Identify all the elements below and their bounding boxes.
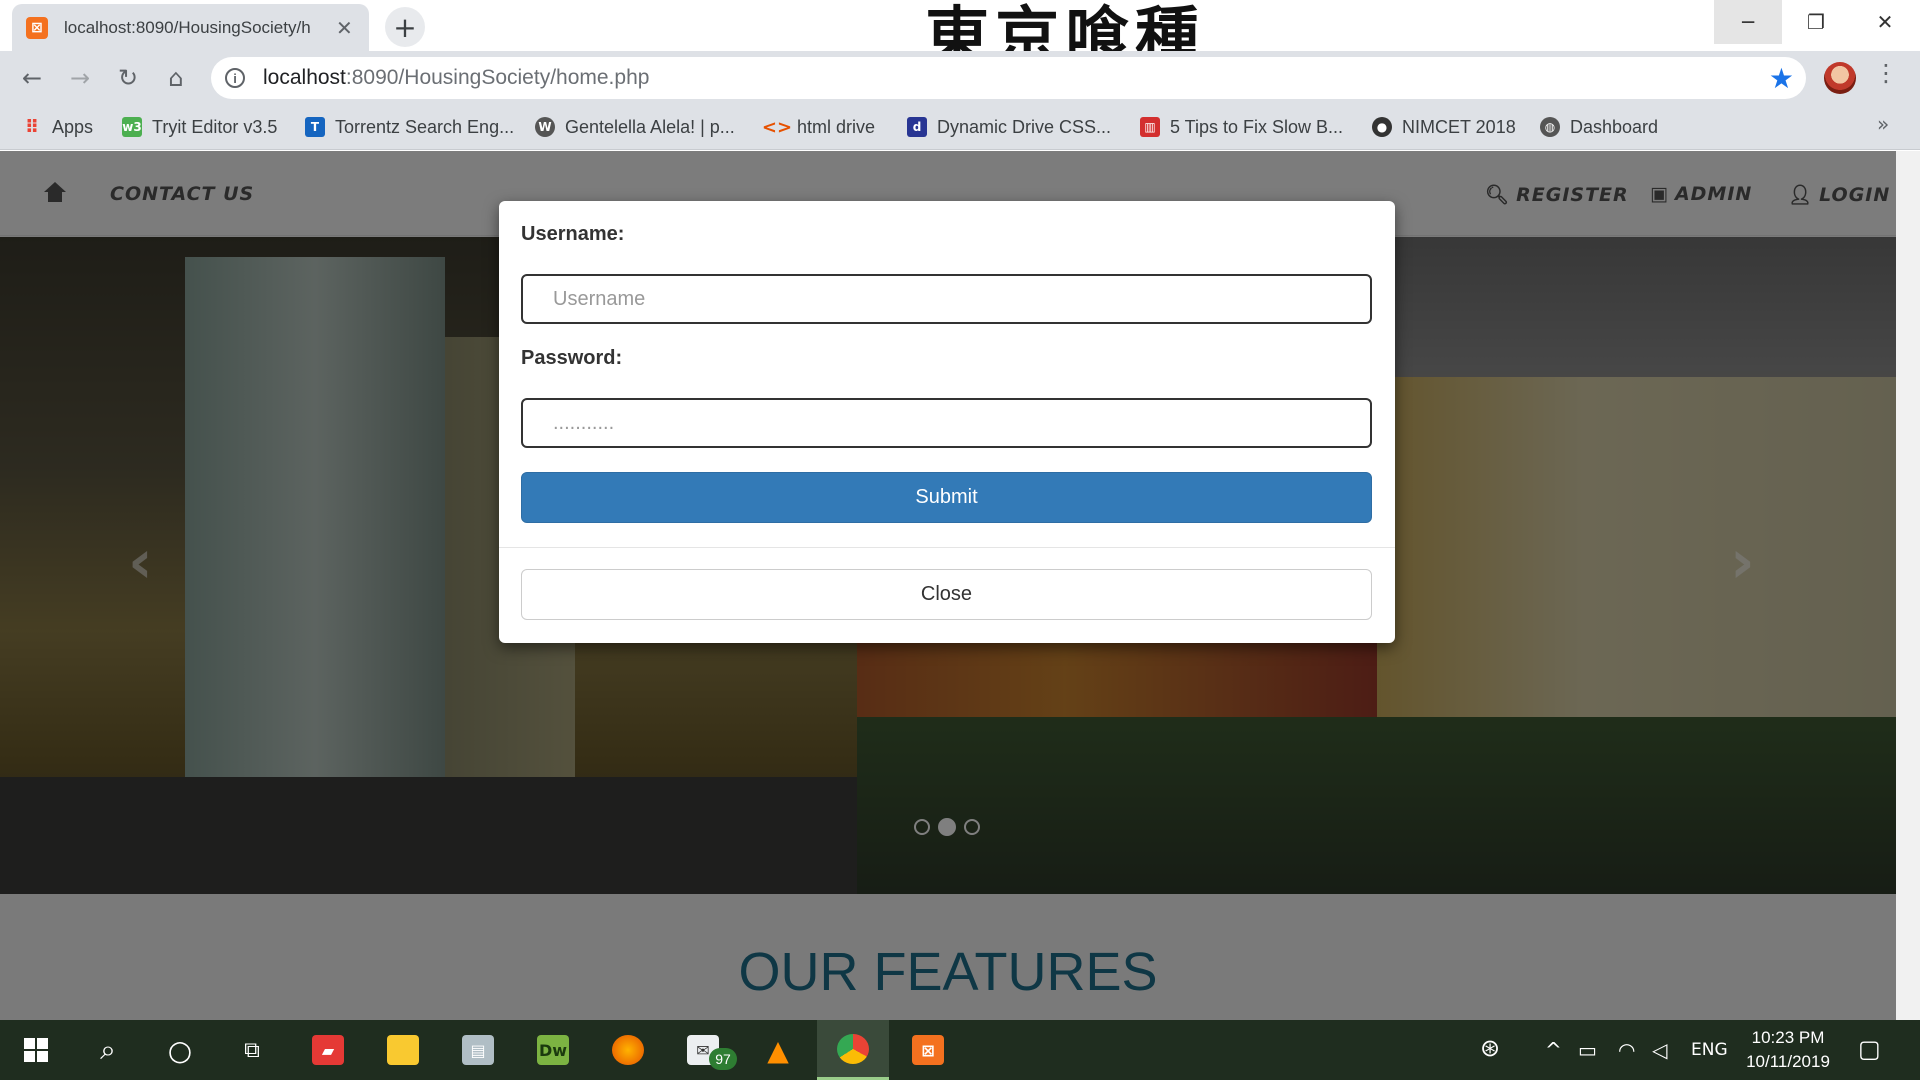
- browser-tab[interactable]: ⊠ localhost:8090/HousingSociety/h ✕: [12, 4, 369, 51]
- nimcet-icon: ●: [1372, 117, 1392, 137]
- bookmarks-bar: ⠿ Apps w3 Tryit Editor v3.5 T Torrentz S…: [0, 105, 1920, 150]
- modal-divider: [499, 547, 1395, 548]
- bookmark-torrentz[interactable]: T Torrentz Search Eng...: [305, 114, 514, 140]
- cortana-button[interactable]: ○: [144, 1020, 216, 1080]
- activity-monitor-icon[interactable]: ⊛: [1480, 1034, 1500, 1062]
- taskbar-chrome[interactable]: [817, 1020, 889, 1080]
- address-bar[interactable]: i localhost:8090/HousingSociety/home.php…: [211, 57, 1806, 99]
- close-tab-icon[interactable]: ✕: [336, 16, 353, 40]
- browser-menu-icon[interactable]: ⋮: [1874, 59, 1898, 87]
- web-page: CONTACT US 🔍︎REGISTER ▣ADMIN 👤︎LOGIN ‹ ›…: [0, 151, 1896, 1020]
- clock-time: 10:23 PM: [1751, 1028, 1825, 1047]
- vlc-cone-icon: ▲: [767, 1033, 789, 1067]
- url-text: localhost:8090/HousingSociety/home.php: [263, 66, 650, 89]
- search-icon: ⌕: [100, 1033, 116, 1066]
- gallery-icon: ▤: [462, 1035, 494, 1065]
- code-brackets-icon: <>: [761, 116, 793, 138]
- password-input[interactable]: [521, 398, 1372, 448]
- username-input[interactable]: [521, 274, 1372, 324]
- notification-center-icon[interactable]: ▢: [1858, 1035, 1881, 1063]
- task-view-icon: ⧉: [244, 1037, 260, 1063]
- globe-icon: ◍: [1540, 117, 1560, 137]
- back-arrow-icon[interactable]: ←: [13, 59, 51, 97]
- browser-toolbar: ← → ↻ ⌂ i localhost:8090/HousingSociety/…: [0, 51, 1920, 105]
- browser-tab-bar: ⊠ localhost:8090/HousingSociety/h ✕ + 東京…: [0, 0, 1920, 51]
- start-button[interactable]: [0, 1020, 72, 1080]
- tab-title: localhost:8090/HousingSociety/h: [64, 17, 311, 37]
- show-hidden-icons-icon[interactable]: ^: [1545, 1038, 1562, 1062]
- battery-icon[interactable]: ▭: [1578, 1038, 1597, 1062]
- firefox-icon: [612, 1035, 644, 1065]
- language-indicator[interactable]: ENG: [1691, 1040, 1728, 1060]
- bookmark-html-drive[interactable]: <> html drive: [761, 114, 875, 140]
- apps-grid-icon: ⠿: [24, 116, 40, 138]
- bookmark-dynamic-drive[interactable]: d Dynamic Drive CSS...: [907, 114, 1111, 140]
- taskbar-vlc[interactable]: ▲: [742, 1020, 814, 1080]
- bookmarks-overflow-icon[interactable]: »: [1877, 112, 1889, 136]
- torrentz-icon: T: [305, 117, 325, 137]
- cortana-circle-icon: ○: [167, 1033, 193, 1067]
- title-art-image: 東京喰種: [925, 0, 1205, 51]
- close-button[interactable]: Close: [521, 569, 1372, 620]
- bookmark-tryit-editor[interactable]: w3 Tryit Editor v3.5: [122, 114, 277, 140]
- home-icon[interactable]: ⌂: [157, 59, 195, 97]
- task-view-button[interactable]: ⧉: [216, 1020, 288, 1080]
- info-icon[interactable]: i: [225, 68, 245, 88]
- wordpress-icon: W: [535, 117, 555, 137]
- taskbar-mail[interactable]: ✉ 97: [667, 1020, 739, 1080]
- bookmark-star-icon[interactable]: ★: [1769, 62, 1794, 95]
- reload-icon[interactable]: ↻: [109, 59, 147, 97]
- bookmark-nimcet[interactable]: ● NIMCET 2018: [1372, 114, 1516, 140]
- restore-button[interactable]: ❐: [1782, 0, 1850, 44]
- login-modal: Username: Password: Submit Close: [499, 201, 1395, 643]
- taskbar-app-red[interactable]: ▰: [292, 1020, 364, 1080]
- folder-icon: [387, 1035, 419, 1065]
- forward-arrow-icon[interactable]: →: [61, 59, 99, 97]
- system-clock[interactable]: 10:23 PM 10/11/2019: [1736, 1026, 1840, 1074]
- password-label: Password:: [521, 347, 623, 369]
- windows-taskbar: ⌕ ○ ⧉ ▰ ▤ Dw ✉ 97 ▲ ⊠ ⊛ ^ ▭ ◠ ◁ ENG 10:2…: [0, 1020, 1920, 1080]
- taskbar-xampp[interactable]: ⊠: [892, 1020, 964, 1080]
- taskbar-file-explorer[interactable]: [367, 1020, 439, 1080]
- windows-logo-icon: [24, 1038, 48, 1062]
- bookmark-gentelella[interactable]: W Gentelella Alela! | p...: [535, 114, 735, 140]
- xampp-icon: ⊠: [26, 16, 48, 39]
- profile-avatar[interactable]: [1824, 62, 1856, 94]
- taskbar-app-gallery[interactable]: ▤: [442, 1020, 514, 1080]
- bookmark-dashboard[interactable]: ◍ Dashboard: [1540, 114, 1658, 140]
- volume-icon[interactable]: ◁: [1652, 1038, 1667, 1062]
- xampp-icon: ⊠: [912, 1035, 944, 1065]
- new-tab-button[interactable]: +: [385, 7, 425, 47]
- taskbar-dreamweaver[interactable]: Dw: [517, 1020, 589, 1080]
- mail-count-badge: 97: [709, 1048, 737, 1070]
- dreamweaver-icon: Dw: [537, 1035, 569, 1065]
- minimize-button[interactable]: ─: [1714, 0, 1782, 44]
- red-app-icon: ▰: [312, 1035, 344, 1065]
- chrome-icon: [837, 1033, 869, 1064]
- bookmark-5-tips[interactable]: ▥ 5 Tips to Fix Slow B...: [1140, 114, 1343, 140]
- bookmark-apps[interactable]: ⠿ Apps: [22, 114, 93, 140]
- wifi-icon[interactable]: ◠: [1618, 1038, 1635, 1062]
- clock-date: 10/11/2019: [1746, 1052, 1830, 1071]
- submit-button[interactable]: Submit: [521, 472, 1372, 523]
- taskbar-firefox[interactable]: [592, 1020, 664, 1080]
- tips-icon: ▥: [1140, 117, 1160, 137]
- page-scrollbar[interactable]: [1896, 151, 1920, 1020]
- username-label: Username:: [521, 223, 625, 245]
- dynamic-drive-icon: d: [907, 117, 927, 137]
- w3schools-icon: w3: [122, 117, 142, 137]
- close-window-button[interactable]: ✕: [1850, 0, 1920, 44]
- search-taskbar-button[interactable]: ⌕: [72, 1020, 144, 1080]
